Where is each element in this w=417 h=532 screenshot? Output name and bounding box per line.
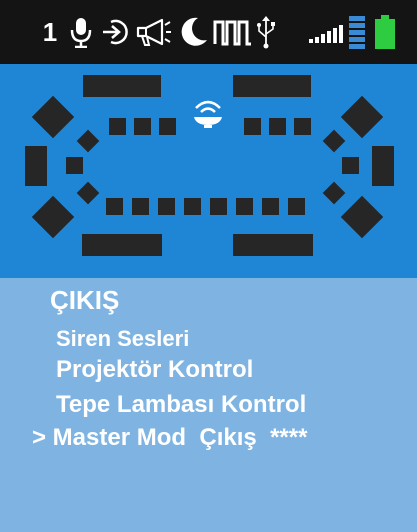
menu-item-master-mode-exit-selected[interactable]: > Master Mod Çıkış ****: [32, 424, 307, 452]
lightbar-segment: [210, 198, 227, 215]
input-icon: [99, 0, 131, 64]
lightbar-segment: [158, 198, 175, 215]
megaphone-icon: [134, 0, 174, 64]
lightbar-segment: [132, 198, 149, 215]
pulse-wave-icon: [212, 0, 254, 64]
lightbar-segment: [134, 118, 151, 135]
lightbar-segment: [294, 118, 311, 135]
signal-strength-icon: [308, 0, 348, 64]
lightbar-segment: [236, 198, 253, 215]
lightbar-segment: [76, 181, 100, 205]
lightbar-segment: [25, 146, 47, 186]
menu-title: ÇIKIŞ: [50, 285, 120, 315]
lightbar-segment: [159, 118, 176, 135]
lightbar-segment: [322, 129, 346, 153]
battery-icon: [372, 0, 398, 64]
lightbar-segment: [233, 234, 313, 256]
page-number: 1: [42, 16, 58, 47]
lightbar-segment: [288, 198, 305, 215]
lightbar-segment: [82, 234, 162, 256]
lightbar-segment: [262, 198, 279, 215]
lightbar-segment: [269, 118, 286, 135]
lightbar-segment: [184, 198, 201, 215]
lightbar-segment: [106, 198, 123, 215]
volume-bars-icon: [347, 0, 367, 64]
usb-icon: [255, 0, 277, 64]
lightbar-segment: [342, 157, 359, 174]
menu-item-roof-light-control[interactable]: Tepe Lambası Kontrol: [56, 391, 306, 419]
lightbar-diagram: [0, 64, 417, 278]
beacon-light-icon: [190, 96, 226, 130]
lightbar-segment: [244, 118, 261, 135]
menu-item-siren-sounds[interactable]: Siren Sesleri: [56, 325, 189, 353]
lightbar-segment: [83, 75, 161, 97]
lightbar-segment: [76, 129, 100, 153]
menu-item-projector-control[interactable]: Projektör Kontrol: [56, 356, 253, 384]
lightbar-segment: [31, 95, 75, 139]
lightbar-segment: [233, 75, 311, 97]
lightbar-segment: [340, 95, 384, 139]
lightbar-segment: [31, 195, 75, 239]
lightbar-segment: [340, 195, 384, 239]
lightbar-segment: [66, 157, 83, 174]
lightbar-segment: [372, 146, 394, 186]
status-bar: 1: [0, 0, 417, 64]
menu-panel: ÇIKIŞ Siren Sesleri Projektör Kontrol Te…: [0, 278, 417, 532]
night-mode-icon: [176, 0, 210, 64]
lightbar-segment: [322, 181, 346, 205]
microphone-icon: [66, 0, 96, 64]
lightbar-segment: [109, 118, 126, 135]
